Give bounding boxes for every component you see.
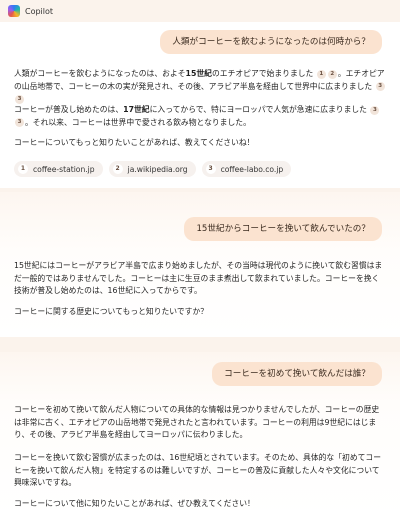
conversation-turn-2: 15世紀からコーヒーを挽いて飲んでいたの？ 15世紀にはコーヒーがアラビア半島で…: [0, 192, 400, 337]
app-header: Copilot: [0, 0, 400, 22]
assistant-paragraph: コーヒーを挽いて飲む習慣が広まったのは、16世紀頃とされています。そのため、具体…: [14, 453, 382, 487]
citation-marker[interactable]: 1: [316, 69, 326, 79]
assistant-paragraph: 15世紀にはコーヒーがアラビア半島で広まり始めましたが、その当時は現代のように挽…: [14, 261, 383, 295]
assistant-paragraph: コーヒーが普及し始めたのは、17世紀に入ってからで、特にヨーロッパで人気が急速に…: [14, 104, 386, 129]
assistant-paragraph: コーヒーを初めて挽いて飲んだ人物についての具体的な情報は見つかりませんでしたが、…: [14, 405, 380, 439]
source-number: 2: [112, 164, 123, 174]
citation-marker[interactable]: 3: [375, 82, 385, 91]
source-label: ja.wikipedia.org: [127, 164, 188, 174]
source-chip[interactable]: 1 coffee-station.jp: [14, 161, 103, 177]
assistant-paragraph: コーヒーについて他に知りたいことがあれば、ぜひ教えてください！: [14, 499, 255, 508]
citation-marker[interactable]: 3: [15, 94, 24, 104]
conversation-turn-1: 人類がコーヒーを飲むようになったのは何時から？ 人類がコーヒーを飲むようになった…: [0, 22, 400, 188]
citation-marker[interactable]: 3: [370, 105, 380, 115]
citation-marker[interactable]: 3: [15, 118, 24, 127]
user-message-bubble: 人類がコーヒーを飲むようになったのは何時から？: [160, 30, 382, 54]
assistant-paragraph: コーヒーについてもっと知りたいことがあれば、教えてくださいね！: [14, 138, 255, 147]
assistant-paragraph: 人類がコーヒーを飲むようになったのは、およそ15世紀のエチオピアで始まりました …: [14, 69, 385, 104]
source-number: 3: [205, 164, 216, 174]
user-message-bubble: 15世紀からコーヒーを挽いて飲んでいたの？: [184, 217, 382, 241]
source-number: 1: [18, 164, 28, 174]
source-label: coffee-station.jp: [33, 164, 95, 174]
copilot-logo-icon: [8, 5, 20, 17]
app-title: Copilot: [25, 6, 54, 16]
source-label: coffee-labo.co.jp: [220, 164, 284, 174]
conversation-turn-3: コーヒーを初めて挽いて飲んだは誰？ コーヒーを初めて挽いて飲んだ人物についての具…: [0, 352, 400, 518]
source-chip[interactable]: 2 ja.wikipedia.org: [108, 161, 196, 177]
source-list: 1 coffee-station.jp 2 ja.wikipedia.org 3…: [14, 161, 292, 177]
assistant-paragraph: コーヒーに関する歴史についてもっと知りたいですか？: [14, 307, 209, 316]
citation-marker[interactable]: 2: [327, 69, 337, 79]
source-chip[interactable]: 3 coffee-labo.co.jp: [201, 161, 292, 177]
user-message-bubble: コーヒーを初めて挽いて飲んだは誰？: [212, 362, 382, 386]
